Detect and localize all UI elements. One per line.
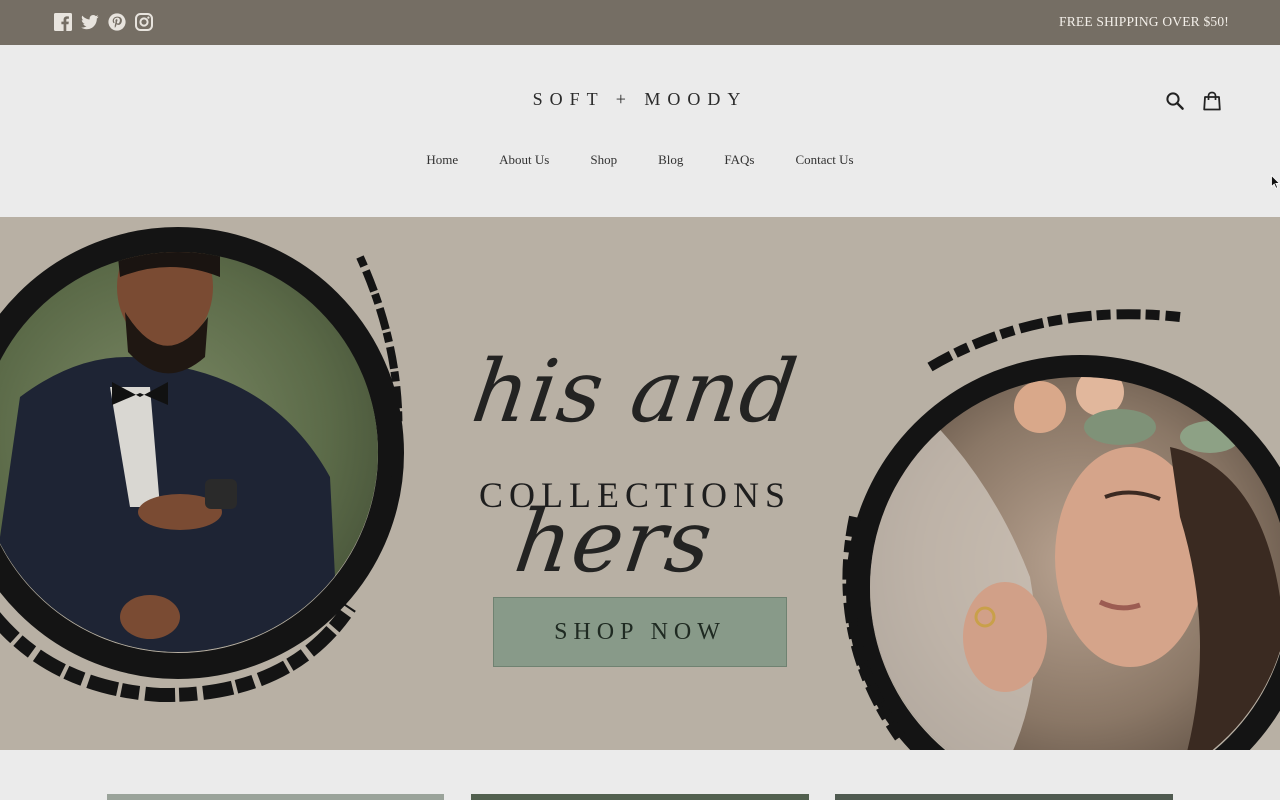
cart-icon[interactable] [1202,91,1222,111]
product-strip [0,750,1280,800]
social-links [54,13,153,31]
hero-subtitle: COLLECTIONS [479,475,791,515]
free-shipping-text: FREE SHIPPING OVER $50! [1059,14,1229,29]
nav-about-us[interactable]: About Us [499,152,549,168]
shop-now-button[interactable]: SHOP NOW [493,597,787,667]
site-header: SOFT + MOODY Home About Us Shop Blog FAQ… [0,45,1280,217]
mouse-cursor-icon [1271,175,1280,189]
search-icon[interactable] [1165,91,1185,111]
main-nav: Home About Us Shop Blog FAQs Contact Us [0,152,1280,168]
nav-home[interactable]: Home [426,152,458,168]
product-card[interactable] [471,794,809,800]
hero-banner: his and hers COLLECTIONS SHOP NOW [0,217,1280,750]
instagram-icon[interactable] [135,13,153,31]
product-card[interactable] [107,794,444,800]
hero-script-title: his and hers [466,342,804,592]
nav-faqs[interactable]: FAQs [724,152,754,168]
site-logo[interactable]: SOFT + MOODY [0,89,1280,110]
announcement-bar: FREE SHIPPING OVER $50! [0,0,1280,45]
nav-shop[interactable]: Shop [590,152,617,168]
facebook-icon[interactable] [54,13,72,31]
header-actions [1165,91,1222,111]
nav-contact-us[interactable]: Contact Us [795,152,853,168]
twitter-icon[interactable] [81,13,99,31]
nav-blog[interactable]: Blog [658,152,683,168]
product-card[interactable] [835,794,1173,800]
pinterest-icon[interactable] [108,13,126,31]
